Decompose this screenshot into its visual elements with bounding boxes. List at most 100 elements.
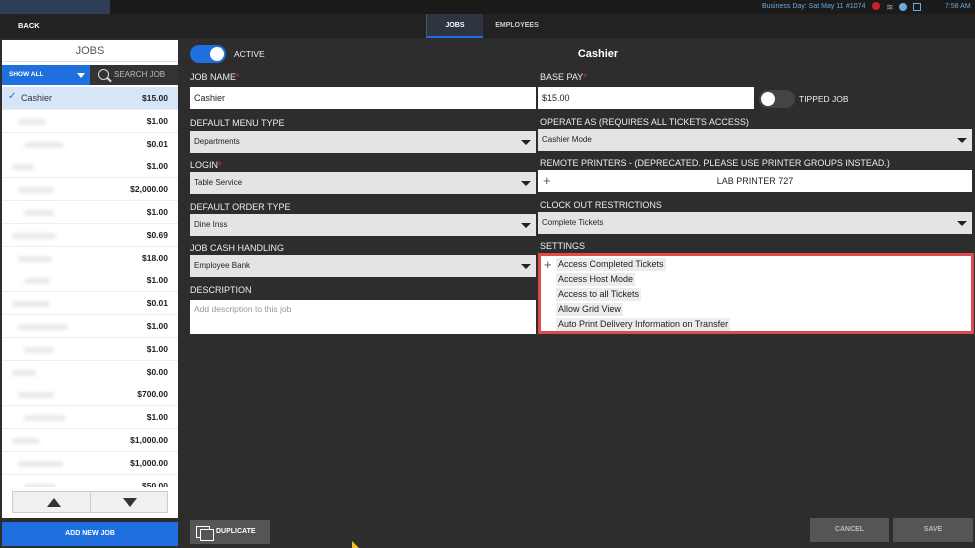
header-bar: BACK JOBS EMPLOYEES: [0, 14, 975, 38]
tab-employees[interactable]: EMPLOYEES: [486, 14, 548, 38]
job-list-item[interactable]: $0.01: [2, 132, 178, 156]
select-value: Employee Bank: [194, 261, 251, 270]
job-name-label: JOB NAME*: [190, 72, 240, 82]
back-button[interactable]: BACK: [18, 21, 40, 30]
job-list-item[interactable]: $1.00: [2, 337, 178, 361]
sync-icon: [899, 3, 907, 11]
duplicate-button[interactable]: DUPLICATE: [190, 520, 270, 544]
job-list-item[interactable]: ✓ Cashier $15.00: [2, 87, 178, 110]
job-list-item[interactable]: $1,000.00: [2, 429, 178, 452]
save-button[interactable]: SAVE: [893, 518, 973, 542]
job-list-item[interactable]: $1.00: [2, 406, 178, 430]
chevron-down-icon: [521, 140, 531, 145]
job-list-item[interactable]: $0.69: [2, 223, 178, 247]
page-title: Cashier: [577, 48, 619, 60]
search-job-input[interactable]: SEARCH JOB: [90, 65, 178, 85]
chevron-down-icon: [521, 223, 531, 228]
job-name-redacted: [18, 187, 54, 194]
active-label: ACTIVE: [234, 49, 265, 59]
active-toggle[interactable]: [190, 45, 226, 63]
tipped-job-toggle[interactable]: [759, 90, 795, 108]
description-field[interactable]: Add description to this job: [190, 300, 536, 334]
login-label: LOGIN*: [190, 160, 222, 170]
status-bar: Business Day: Sat May 11 #1074 ≋ 7:58 AM: [0, 0, 975, 14]
clock-out-restrictions-select[interactable]: Complete Tickets: [538, 212, 972, 234]
job-cash-handling-select[interactable]: Employee Bank: [190, 255, 536, 277]
plus-icon[interactable]: +: [543, 170, 551, 192]
job-list-item[interactable]: $1.00: [2, 315, 178, 338]
job-list-item[interactable]: $1.00: [2, 269, 178, 293]
chevron-down-icon: [957, 138, 967, 143]
job-name-redacted: [24, 415, 66, 422]
setting-item[interactable]: Access to all Tickets: [556, 288, 642, 301]
job-list-item[interactable]: $0.01: [2, 292, 178, 316]
toggle-knob: [761, 92, 775, 106]
job-list-item[interactable]: $18.00: [2, 246, 178, 270]
job-price: $1,000.00: [130, 457, 168, 468]
required-mark: *: [218, 160, 222, 170]
default-order-type-select[interactable]: Dine Inss: [190, 214, 536, 236]
job-price: $1.00: [146, 343, 168, 354]
job-price: $0.01: [146, 298, 168, 309]
job-list-item[interactable]: $1.00: [2, 109, 178, 133]
show-all-dropdown[interactable]: SHOW ALL: [2, 65, 90, 85]
login-label-text: LOGIN: [190, 160, 219, 170]
status-bar-blurred-area: [0, 0, 110, 14]
cancel-button[interactable]: CANCEL: [810, 518, 889, 542]
chevron-down-icon: [521, 181, 531, 186]
job-price: $700.00: [137, 389, 168, 400]
operate-as-select[interactable]: Cashier Mode: [538, 129, 972, 151]
job-name-redacted: [12, 301, 50, 308]
plus-icon[interactable]: +: [544, 257, 552, 272]
login-select[interactable]: Table Service: [190, 172, 536, 194]
chevron-down-icon: [77, 73, 85, 78]
job-cash-handling-label: JOB CASH HANDLING: [190, 243, 285, 253]
base-pay-label: BASE PAY*: [540, 72, 587, 82]
divider: [90, 492, 91, 512]
select-value: Cashier Mode: [542, 135, 592, 144]
job-list-item[interactable]: $1.00: [2, 155, 178, 179]
business-day-text: Business Day: Sat May 11: [762, 3, 844, 10]
default-order-type-label: DEFAULT ORDER TYPE: [190, 202, 291, 212]
job-name-redacted: [18, 460, 64, 467]
scroll-down-icon[interactable]: [123, 498, 137, 507]
chevron-down-icon: [521, 264, 531, 269]
job-name-redacted: [12, 438, 40, 444]
settings-list: + Access Completed Tickets Access Host M…: [538, 253, 974, 334]
job-name: Cashier: [21, 93, 53, 103]
job-list-item[interactable]: $700.00: [2, 383, 178, 407]
job-list-item[interactable]: $1.00: [2, 201, 178, 224]
job-name-field[interactable]: Cashier: [190, 87, 536, 109]
job-list-item[interactable]: $0.00: [2, 360, 178, 384]
job-price: $1.00: [146, 161, 168, 172]
job-price: $18.00: [142, 252, 168, 263]
setting-item[interactable]: Access Completed Tickets: [556, 258, 666, 271]
job-list-item[interactable]: $1,000.00: [2, 451, 178, 475]
base-pay-field[interactable]: $15.00: [538, 87, 754, 109]
job-price: $0.69: [146, 229, 168, 240]
job-name-redacted: [24, 483, 56, 487]
default-menu-type-select[interactable]: Departments: [190, 131, 536, 153]
duplicate-label: DUPLICATE: [216, 528, 256, 535]
setting-item[interactable]: Auto Print Delivery Information on Trans…: [556, 318, 731, 331]
job-price: $0.00: [146, 366, 168, 377]
device-id-text: #1074: [846, 3, 866, 10]
remote-printer-field[interactable]: + LAB PRINTER 727: [538, 170, 972, 192]
tab-jobs[interactable]: JOBS: [426, 14, 483, 38]
add-new-job-button[interactable]: ADD NEW JOB: [2, 522, 178, 546]
select-value: Dine Inss: [194, 220, 228, 229]
app-window: Business Day: Sat May 11 #1074 ≋ 7:58 AM…: [0, 0, 975, 548]
job-list-item[interactable]: $50.00: [2, 474, 178, 487]
job-price: $1.00: [146, 207, 168, 217]
scroll-up-icon[interactable]: [47, 498, 61, 507]
setting-item[interactable]: Allow Grid View: [556, 303, 623, 316]
job-name-redacted: [12, 369, 36, 376]
setting-item[interactable]: Access Host Mode: [556, 273, 636, 286]
job-name-redacted: [18, 392, 54, 399]
job-price: $0.01: [146, 138, 168, 149]
jobs-panel-title: JOBS: [2, 40, 178, 62]
jobs-panel: JOBS SHOW ALL SEARCH JOB ✓ Cashier $15.00 $…: [2, 40, 178, 518]
search-icon: [98, 69, 109, 80]
job-list-item[interactable]: $2,000.00: [2, 178, 178, 202]
job-price: $1,000.00: [130, 435, 168, 445]
